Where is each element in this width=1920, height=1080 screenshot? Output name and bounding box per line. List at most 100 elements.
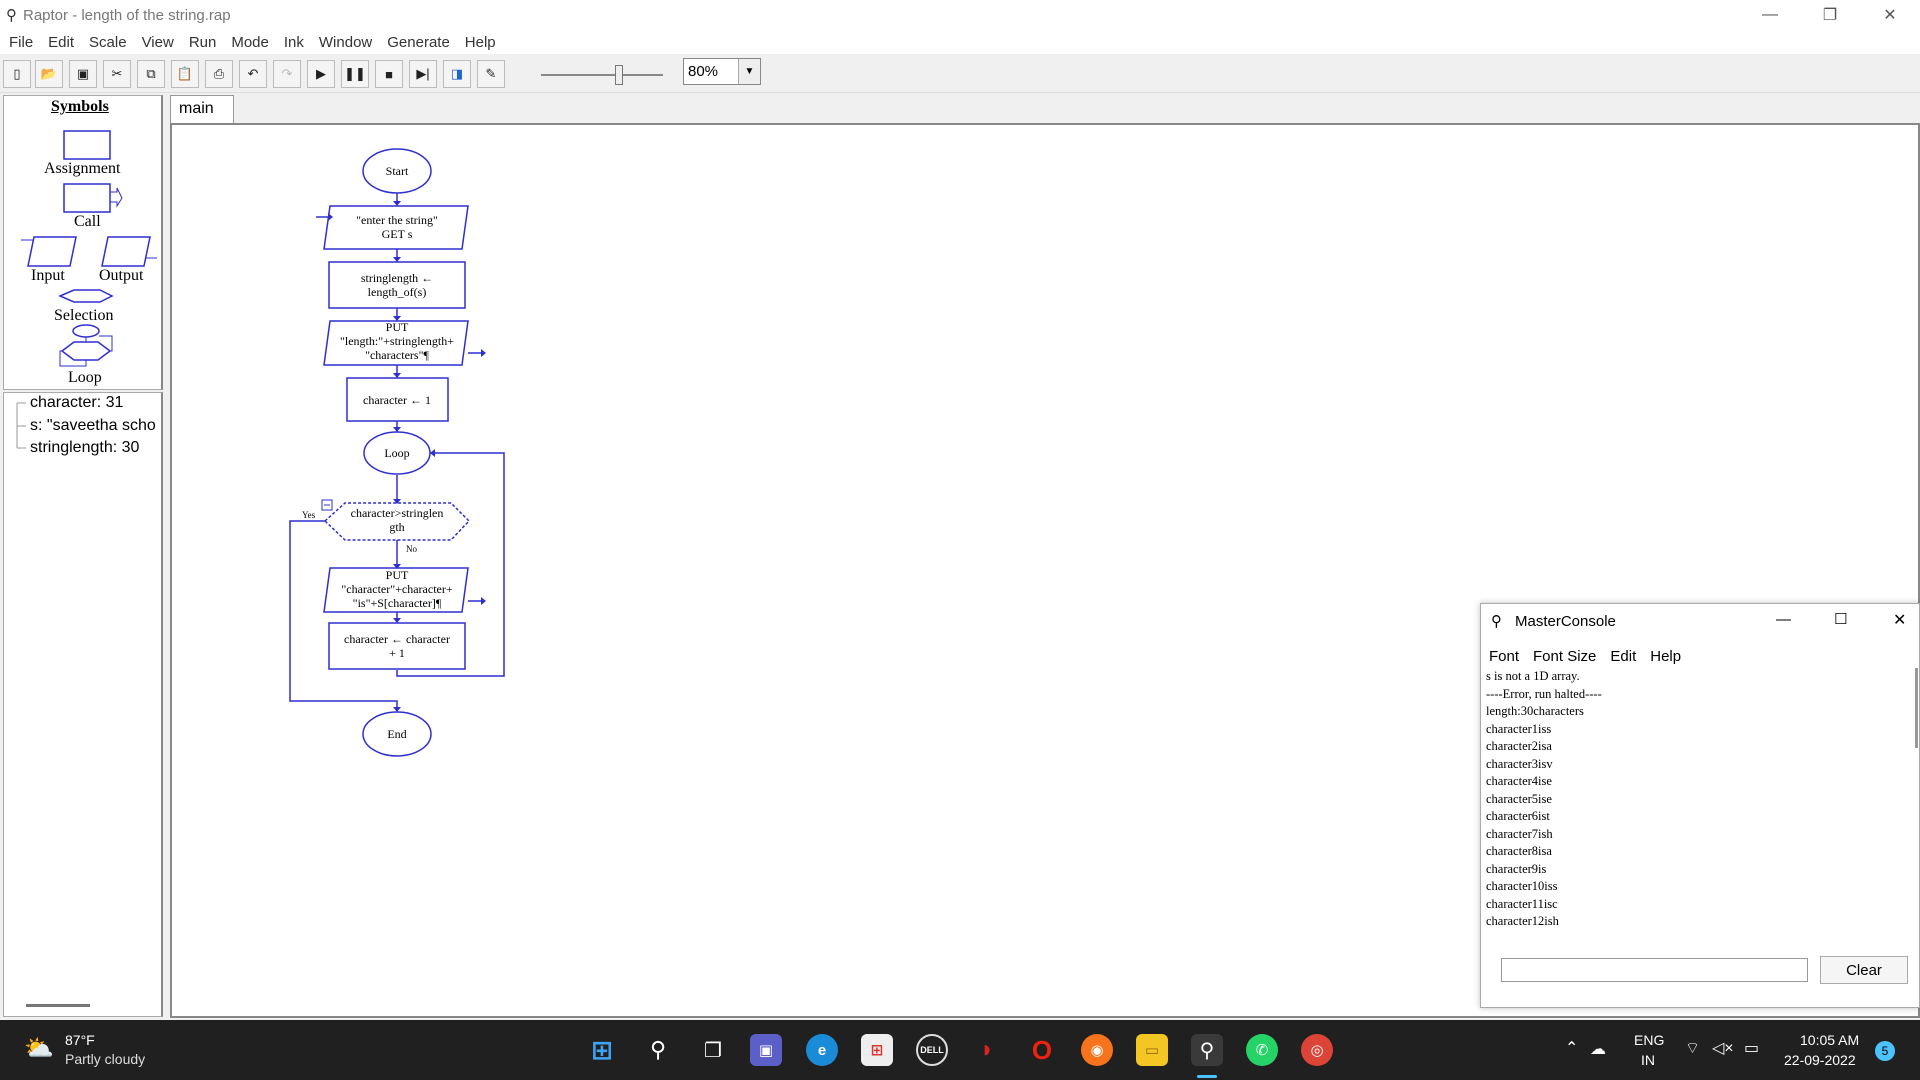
menu-help[interactable]: Help [465, 34, 496, 51]
language-top[interactable]: ENG [1634, 1032, 1664, 1048]
input-symbol-icon[interactable] [27, 236, 77, 267]
minimize-button[interactable]: — [1740, 0, 1800, 30]
mcafee-icon[interactable]: ◗ [971, 1034, 1003, 1066]
zoom-value: 80% [688, 63, 719, 80]
loop-symbol-icon[interactable] [60, 341, 112, 361]
test-server-icon[interactable]: ◨ [443, 60, 471, 88]
microsoft-store-icon[interactable]: ⊞ [861, 1034, 893, 1066]
variable-item[interactable]: stringlength: 30 [30, 439, 139, 457]
task-view-icon[interactable]: ❐ [697, 1034, 729, 1066]
edge-browser-icon[interactable]: e [806, 1034, 838, 1066]
firefox-icon[interactable]: ◉ [1081, 1034, 1113, 1066]
variable-item[interactable]: character: 31 [30, 394, 123, 412]
pen-icon[interactable]: ✎ [477, 60, 505, 88]
console-minimize-icon[interactable]: — [1776, 611, 1791, 628]
speed-slider[interactable] [537, 65, 667, 85]
console-menu-help[interactable]: Help [1650, 648, 1681, 665]
console-menu-bar: Font Font Size Edit Help [1481, 644, 1920, 668]
language-bottom[interactable]: IN [1641, 1052, 1655, 1068]
start-windows-icon[interactable]: ⊞ [586, 1034, 618, 1066]
tab-strip: main [170, 95, 1920, 123]
assignment-text: stringlength ← [361, 271, 433, 285]
whatsapp-icon[interactable]: ✆ [1246, 1034, 1278, 1066]
battery-icon[interactable]: ▭ [1744, 1038, 1759, 1058]
console-output[interactable]: s is not a 1D array. ----Error, run halt… [1483, 668, 1913, 938]
chrome-icon[interactable]: ◎ [1301, 1034, 1333, 1066]
condition-text: gth [389, 520, 404, 534]
clock-date[interactable]: 22-09-2022 [1784, 1052, 1856, 1068]
variable-item[interactable]: s: "saveetha scho [30, 417, 162, 435]
dell-icon[interactable]: DELL [916, 1034, 948, 1066]
console-close-icon[interactable]: ✕ [1893, 610, 1906, 630]
cut-icon[interactable]: ✂ [103, 60, 131, 88]
copy-icon[interactable]: ⧉ [137, 60, 165, 88]
console-line: character3isv [1486, 756, 1553, 771]
clock-time[interactable]: 10:05 AM [1800, 1032, 1859, 1048]
search-icon[interactable]: ⚲ [642, 1034, 674, 1066]
console-menu-font-size[interactable]: Font Size [1533, 648, 1596, 665]
new-file-icon[interactable]: ▯ [3, 60, 31, 88]
menu-bar: File Edit Scale View Run Mode Ink Window… [0, 30, 1920, 54]
close-button[interactable]: ✕ [1860, 0, 1920, 30]
menu-mode[interactable]: Mode [231, 34, 269, 51]
pause-icon[interactable]: ❚❚ [341, 60, 369, 88]
onedrive-icon[interactable]: ☁ [1590, 1039, 1606, 1059]
taskbar: ⛅ 87°F Partly cloudy ⊞ ⚲ ❐ ▣ e ⊞ DELL ◗ … [0, 1020, 1920, 1080]
volume-muted-icon[interactable]: ◁× [1712, 1038, 1734, 1058]
step-icon[interactable]: ▶| [409, 60, 437, 88]
play-icon[interactable]: ▶ [307, 60, 335, 88]
output-text: "characters"¶ [365, 348, 429, 362]
tab-main[interactable]: main [170, 95, 234, 123]
stop-icon[interactable]: ■ [375, 60, 403, 88]
weather-widget[interactable]: ⛅ 87°F Partly cloudy [20, 1030, 180, 1070]
call-symbol-icon[interactable] [63, 183, 111, 213]
assignment-label: Assignment [44, 160, 121, 177]
raptor-app-icon[interactable]: ⚲ [1191, 1034, 1223, 1066]
console-menu-edit[interactable]: Edit [1610, 648, 1636, 665]
restore-button[interactable]: ❐ [1800, 0, 1860, 30]
zoom-select[interactable]: 80% ▼ [683, 58, 761, 85]
console-menu-font[interactable]: Font [1489, 648, 1519, 665]
yes-label: Yes [302, 510, 316, 520]
output-symbol-icon[interactable] [101, 236, 151, 267]
menu-scale[interactable]: Scale [89, 34, 127, 51]
menu-generate[interactable]: Generate [387, 34, 450, 51]
teams-chat-icon[interactable]: ▣ [750, 1034, 782, 1066]
loop-text: Loop [384, 446, 409, 460]
slider-thumb[interactable] [615, 65, 623, 85]
console-line: character4ise [1486, 774, 1552, 788]
print-icon[interactable]: ⎙ [205, 60, 233, 88]
menu-run[interactable]: Run [189, 34, 217, 51]
console-maximize-icon[interactable]: ☐ [1834, 610, 1847, 628]
file-explorer-icon[interactable]: ▭ [1136, 1034, 1168, 1066]
redo-icon[interactable]: ↷ [273, 60, 301, 88]
opera-icon[interactable]: O [1026, 1034, 1058, 1066]
paste-icon[interactable]: 📋 [171, 60, 199, 88]
menu-view[interactable]: View [142, 34, 174, 51]
console-line: ----Error, run halted---- [1486, 686, 1602, 701]
input-label: Input [31, 267, 65, 284]
assignment-symbol-icon[interactable] [63, 130, 111, 160]
menu-edit[interactable]: Edit [48, 34, 74, 51]
assignment-text: character ← 1 [363, 393, 431, 407]
clear-button[interactable]: Clear [1820, 956, 1908, 984]
notification-badge[interactable]: 5 [1875, 1041, 1895, 1061]
arrowhead [393, 707, 401, 712]
symbol-shapes [21, 130, 157, 367]
menu-window[interactable]: Window [319, 34, 372, 51]
console-scrollbar[interactable] [1915, 668, 1918, 748]
horizontal-scrollbar[interactable] [26, 1004, 90, 1007]
console-input[interactable] [1501, 958, 1808, 982]
console-line: s is not a 1D array. [1486, 669, 1580, 683]
chevron-down-icon[interactable]: ▼ [738, 59, 760, 84]
open-folder-icon[interactable]: 📂 [35, 60, 63, 88]
input-prompt-text: "enter the string" [356, 213, 438, 227]
chevron-up-icon[interactable]: ⌃ [1565, 1038, 1578, 1058]
output-text: "is"+S[character]¶ [353, 596, 442, 610]
save-icon[interactable]: ▣ [69, 60, 97, 88]
wifi-icon[interactable]: ⌔ [1685, 1038, 1700, 1058]
undo-icon[interactable]: ↶ [239, 60, 267, 88]
selection-symbol-icon[interactable] [58, 289, 114, 303]
menu-file[interactable]: File [9, 34, 33, 51]
menu-ink[interactable]: Ink [284, 34, 304, 51]
